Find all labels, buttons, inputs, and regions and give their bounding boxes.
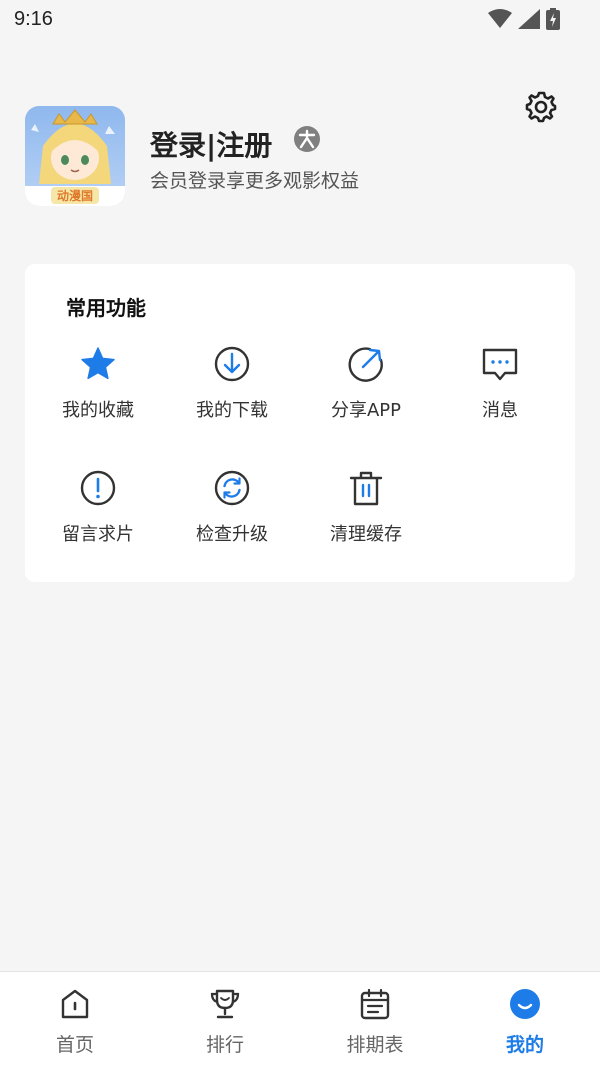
- battery-icon: [546, 8, 560, 30]
- home-icon: [61, 989, 89, 1019]
- avatar-image: 动漫国: [25, 106, 125, 206]
- func-label: 留言求片: [62, 524, 134, 545]
- nav-label: 排行: [205, 1034, 244, 1056]
- login-register-link[interactable]: 登录|注册: [150, 124, 272, 164]
- nav-label: 我的: [505, 1034, 544, 1056]
- gear-icon: [525, 91, 557, 123]
- calendar-icon: [360, 988, 390, 1020]
- check-update-button[interactable]: 检查升级: [167, 470, 297, 560]
- func-label: 消息: [482, 400, 518, 421]
- exclamation-icon: [80, 470, 116, 506]
- smile-icon: [510, 989, 540, 1019]
- avatar[interactable]: 动漫国: [25, 106, 125, 206]
- card-title: 常用功能: [66, 296, 146, 320]
- messages-button[interactable]: 消息: [435, 346, 565, 436]
- bottom-nav: 首页 排行 排期表 我的: [0, 971, 600, 1066]
- star-icon: [81, 347, 115, 380]
- func-label: 我的收藏: [62, 400, 134, 421]
- share-app-button[interactable]: 分享APP: [301, 346, 431, 436]
- request-video-button[interactable]: 留言求片: [33, 470, 163, 560]
- settings-button[interactable]: [524, 90, 558, 124]
- func-label: 清理缓存: [330, 524, 402, 545]
- nav-home[interactable]: 首页: [0, 972, 150, 1066]
- wifi-icon: [488, 9, 512, 28]
- status-time: 9:16: [14, 8, 53, 30]
- nav-label: 排期表: [346, 1034, 404, 1056]
- download-icon: [214, 346, 250, 382]
- func-label: 我的下载: [196, 400, 268, 421]
- status-bar: 9:16: [0, 0, 600, 40]
- cell-signal-icon: [518, 9, 540, 29]
- profile-subtitle: 会员登录享更多观影权益: [150, 170, 360, 192]
- func-label: 检查升级: [196, 524, 268, 545]
- nav-label: 首页: [55, 1034, 94, 1056]
- downloads-button[interactable]: 我的下载: [167, 346, 297, 436]
- avatar-logo-text: 动漫国: [57, 188, 93, 203]
- nav-mine[interactable]: 我的: [450, 972, 600, 1066]
- status-icons: [488, 8, 560, 30]
- trash-icon: [349, 471, 383, 506]
- refresh-icon: [214, 470, 250, 506]
- clear-cache-button[interactable]: 清理缓存: [301, 470, 431, 560]
- nav-schedule[interactable]: 排期表: [300, 972, 450, 1066]
- favorites-button[interactable]: 我的收藏: [33, 346, 163, 436]
- common-functions-card: 常用功能 我的收藏 我的下载 分享APP 消息 留言求片 检查升级 清理缓存: [25, 264, 575, 582]
- level-badge-icon: [294, 126, 320, 152]
- trophy-icon: [210, 989, 240, 1019]
- share-icon: [348, 347, 383, 382]
- message-icon: [482, 348, 518, 381]
- nav-ranking[interactable]: 排行: [150, 972, 300, 1066]
- func-label: 分享APP: [330, 400, 402, 421]
